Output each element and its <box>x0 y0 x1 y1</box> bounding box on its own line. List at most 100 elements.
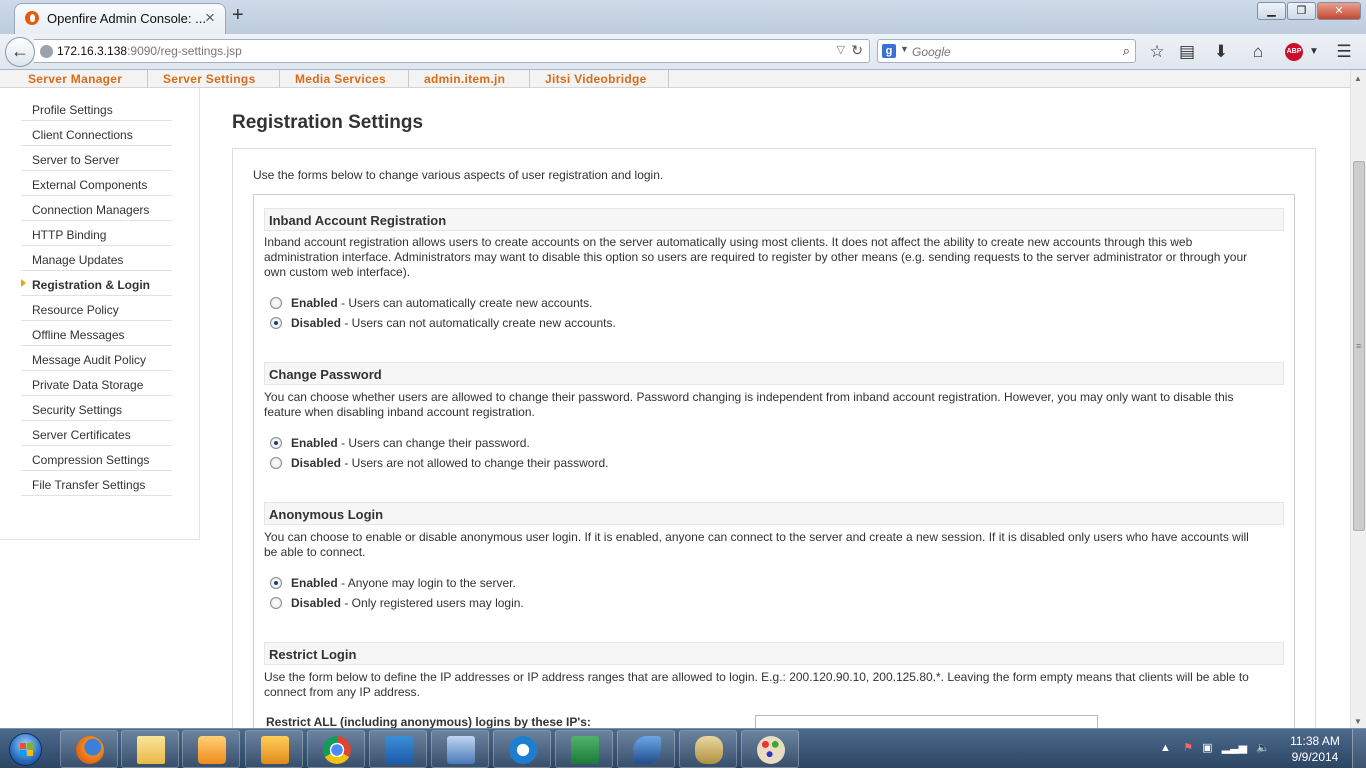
taskbar-firefox[interactable] <box>60 730 118 768</box>
usb-device-icon[interactable]: ▣ <box>1202 742 1212 754</box>
section-inband-registration-header: Inband Account Registration <box>264 208 1284 231</box>
sidebar-item-http-binding[interactable]: HTTP Binding <box>21 221 172 246</box>
taskbar-clock[interactable]: 11:38 AM 9/9/2014 <box>1286 733 1344 765</box>
sidebar-item-profile-settings[interactable]: Profile Settings <box>21 96 172 121</box>
sidebar-item-message-audit-policy[interactable]: Message Audit Policy <box>21 346 172 371</box>
search-icon[interactable]: ⌕ <box>1123 43 1130 59</box>
downloads-icon[interactable]: ⬇ <box>1210 42 1232 62</box>
tab-close-icon[interactable]: × <box>205 8 215 28</box>
tab-server-manager[interactable]: Server Manager <box>28 72 122 86</box>
reload-icon[interactable]: ↻ <box>851 42 863 59</box>
bookmark-star-icon[interactable]: ☆ <box>1146 42 1168 62</box>
windows-taskbar: ▲ ⚑ ▣ ▂▃▅ 🔈 11:38 AM 9/9/2014 <box>0 728 1366 769</box>
spark-icon <box>633 736 661 764</box>
tab-jitsi-videobridge[interactable]: Jitsi Videobridge <box>545 72 647 86</box>
media-player-icon <box>198 736 226 764</box>
url-text[interactable]: 172.16.3.138:9090/reg-settings.jsp <box>57 44 242 58</box>
menu-icon[interactable]: ☰ <box>1333 42 1355 62</box>
tray-expand-icon[interactable]: ▲ <box>1160 742 1171 754</box>
browser-tab[interactable]: Openfire Admin Console: ... × <box>14 3 226 34</box>
nav-divider <box>529 70 530 88</box>
home-icon[interactable]: ⌂ <box>1247 42 1269 62</box>
tab-admin-item-jn[interactable]: admin.item.jn <box>424 72 505 86</box>
close-window-icon[interactable]: ✕ <box>1317 2 1361 20</box>
chrome-icon <box>323 736 351 764</box>
search-engine-dropdown-icon[interactable]: ▼ <box>900 44 909 54</box>
browser-navbar: 172.16.3.138:9090/reg-settings.jsp ▽ ↻ ←… <box>0 34 1366 70</box>
windows-orb-icon <box>9 733 42 766</box>
sidebar-item-external-components[interactable]: External Components <box>21 171 172 196</box>
inband-disabled-radio[interactable] <box>270 317 282 329</box>
taskbar-explorer[interactable] <box>121 730 179 768</box>
page-content: Server Manager Server Settings Media Ser… <box>0 70 1350 728</box>
sidebar-item-server-certificates[interactable]: Server Certificates <box>21 421 172 446</box>
sidebar-item-security-settings[interactable]: Security Settings <box>21 396 172 421</box>
section-description: Use the form below to define the IP addr… <box>264 670 1249 699</box>
password-disabled-radio[interactable] <box>270 457 282 469</box>
anonymous-disabled-radio[interactable] <box>270 597 282 609</box>
volume-icon[interactable]: 🔈 <box>1256 742 1270 754</box>
system-tray: ▲ ⚑ ▣ ▂▃▅ 🔈 <box>1160 741 1270 754</box>
openfire-favicon-icon <box>25 11 39 25</box>
taskbar-remote-desktop[interactable] <box>431 730 489 768</box>
taskbar-excel[interactable] <box>555 730 613 768</box>
sidebar-item-resource-policy[interactable]: Resource Policy <box>21 296 172 321</box>
back-button[interactable]: ← <box>5 37 35 67</box>
sidebar-item-client-connections[interactable]: Client Connections <box>21 121 172 146</box>
anonymous-enabled-radio[interactable] <box>270 577 282 589</box>
restore-icon[interactable]: ❐ <box>1287 2 1316 20</box>
section-description: You can choose whether users are allowed… <box>264 390 1234 419</box>
section-description: Inband account registration allows users… <box>264 235 1248 279</box>
sidebar-item-offline-messages[interactable]: Offline Messages <box>21 321 172 346</box>
taskbar-media-player[interactable] <box>182 730 240 768</box>
inband-enabled-radio[interactable] <box>270 297 282 309</box>
nav-divider <box>147 70 148 88</box>
sidebar-item-private-data-storage[interactable]: Private Data Storage <box>21 371 172 396</box>
sidebar-item-file-transfer-settings[interactable]: File Transfer Settings <box>21 471 172 496</box>
scroll-grip-icon: ≡ <box>1356 341 1362 351</box>
restrict-ip-input[interactable] <box>755 715 1098 728</box>
new-tab-icon[interactable]: + <box>232 4 244 27</box>
window-controls: ▁ ❐ ✕ <box>1256 2 1361 20</box>
taskbar-spark[interactable] <box>617 730 675 768</box>
sidebar-item-manage-updates[interactable]: Manage Updates <box>21 246 172 271</box>
tab-media-services[interactable]: Media Services <box>295 72 386 86</box>
taskbar-outlook[interactable] <box>245 730 303 768</box>
back-arrow-icon: ← <box>11 41 29 61</box>
sidebar-item-server-to-server[interactable]: Server to Server <box>21 146 172 171</box>
search-input[interactable]: Google <box>912 45 951 59</box>
taskbar-paint[interactable] <box>741 730 799 768</box>
action-center-icon[interactable]: ⚑ <box>1183 742 1193 754</box>
minimize-icon[interactable]: ▁ <box>1257 2 1286 20</box>
virtualbox-icon <box>385 736 413 764</box>
adblock-icon[interactable]: ABP <box>1285 43 1303 61</box>
google-logo-icon: g <box>882 44 896 58</box>
bookmarks-list-icon[interactable]: ▤ <box>1176 42 1198 62</box>
scroll-up-icon[interactable]: ▲ <box>1354 74 1362 83</box>
url-bar[interactable]: 172.16.3.138:9090/reg-settings.jsp ▽ ↻ <box>34 39 870 63</box>
browser-titlebar: Openfire Admin Console: ... × + ▁ ❐ ✕ <box>0 0 1366 34</box>
taskbar-teamviewer[interactable] <box>493 730 551 768</box>
start-button[interactable] <box>3 730 49 768</box>
adblock-dropdown-icon[interactable]: ▼ <box>1303 42 1325 62</box>
search-bar[interactable]: g ▼ Google ⌕ <box>877 39 1136 63</box>
globe-icon <box>40 45 53 58</box>
taskbar-chrome[interactable] <box>307 730 365 768</box>
tab-title: Openfire Admin Console: ... <box>47 11 206 26</box>
show-desktop-button[interactable] <box>1352 729 1366 769</box>
network-signal-icon[interactable]: ▂▃▅ <box>1222 742 1247 754</box>
keys-icon <box>695 736 723 764</box>
page-title: Registration Settings <box>232 112 424 133</box>
page-scrollbar[interactable]: ▲ ≡ ▼ <box>1350 70 1366 728</box>
taskbar-virtualbox[interactable] <box>369 730 427 768</box>
sidebar-item-compression-settings[interactable]: Compression Settings <box>21 446 172 471</box>
taskbar-keys-app[interactable] <box>679 730 737 768</box>
scroll-down-icon[interactable]: ▼ <box>1354 717 1362 726</box>
tab-server-settings[interactable]: Server Settings <box>163 72 256 86</box>
sidebar-item-registration-login[interactable]: Registration & Login <box>21 271 172 296</box>
url-dropdown-icon[interactable]: ▽ <box>837 43 845 56</box>
password-enabled-radio[interactable] <box>270 437 282 449</box>
restrict-ip-label: Restrict ALL (including anonymous) login… <box>266 715 591 728</box>
sidebar-item-connection-managers[interactable]: Connection Managers <box>21 196 172 221</box>
teamviewer-icon <box>509 736 537 764</box>
